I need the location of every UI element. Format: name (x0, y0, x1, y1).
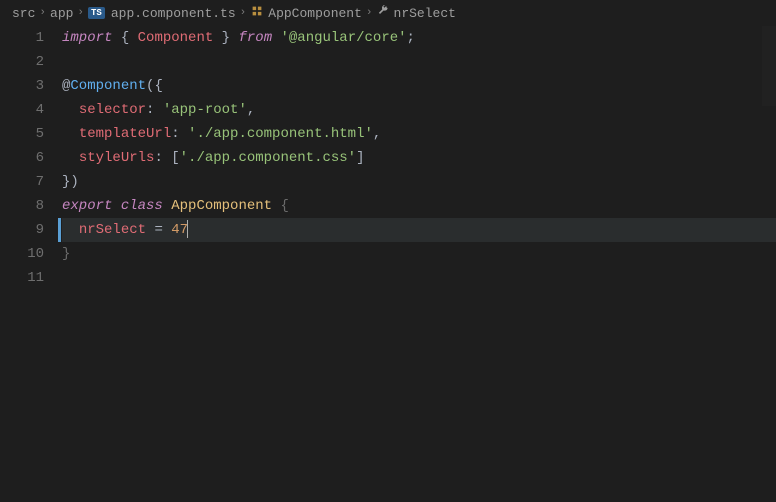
token: selector (79, 102, 146, 118)
code-line[interactable]: } (62, 242, 776, 266)
breadcrumb-item-src[interactable]: src (12, 6, 35, 21)
token: : (154, 150, 162, 166)
line-number: 2 (0, 50, 44, 74)
token: from (238, 30, 272, 46)
token (62, 102, 79, 118)
code-line[interactable]: templateUrl: './app.component.html', (62, 122, 776, 146)
active-line-indicator (58, 218, 61, 242)
token: AppComponent (171, 198, 272, 214)
token (163, 150, 171, 166)
token: nrSelect (79, 222, 146, 238)
token (163, 198, 171, 214)
token: './app.component.css' (180, 150, 356, 166)
code-line[interactable]: export class AppComponent { (62, 194, 776, 218)
token (154, 102, 162, 118)
token (180, 126, 188, 142)
token: 47 (171, 222, 188, 238)
token: class (121, 198, 163, 214)
breadcrumb-label: app (50, 6, 73, 21)
token: 'app-root' (163, 102, 247, 118)
breadcrumb-item-app[interactable]: app (50, 6, 73, 21)
breadcrumb-item-file[interactable]: TS app.component.ts (88, 6, 236, 21)
line-number: 9 (0, 218, 44, 242)
token: = (154, 222, 162, 238)
line-number: 5 (0, 122, 44, 146)
breadcrumb: src › app › TS app.component.ts › AppCom… (0, 0, 776, 26)
token: ) (70, 174, 78, 190)
chevron-icon: › (77, 7, 84, 19)
breadcrumb-label: nrSelect (394, 6, 456, 21)
code-line[interactable] (62, 50, 776, 74)
token: Component (138, 30, 214, 46)
line-number: 7 (0, 170, 44, 194)
line-number: 6 (0, 146, 44, 170)
wrench-icon (377, 5, 390, 22)
token (163, 222, 171, 238)
token (213, 30, 221, 46)
token: templateUrl (79, 126, 171, 142)
line-number: 4 (0, 98, 44, 122)
token: './app.component.html' (188, 126, 373, 142)
token: : (171, 126, 179, 142)
token: } (62, 246, 70, 262)
code-line[interactable]: @Component({ (62, 74, 776, 98)
code-line[interactable]: selector: 'app-root', (62, 98, 776, 122)
line-number: 3 (0, 74, 44, 98)
token: , (247, 102, 255, 118)
code-line[interactable]: styleUrls: ['./app.component.css'] (62, 146, 776, 170)
class-symbol-icon (250, 4, 264, 22)
token: , (373, 126, 381, 142)
token (62, 150, 79, 166)
chevron-icon: › (366, 7, 373, 19)
code-line[interactable] (62, 266, 776, 290)
breadcrumb-label: AppComponent (268, 6, 362, 21)
code-line[interactable]: import { Component } from '@angular/core… (62, 26, 776, 50)
code-editor[interactable]: 1234567891011 import { Component } from … (0, 26, 776, 290)
line-number: 11 (0, 266, 44, 290)
breadcrumb-label: app.component.ts (111, 6, 236, 21)
token: export (62, 198, 112, 214)
token (272, 30, 280, 46)
typescript-badge-icon: TS (88, 7, 105, 19)
token: { (154, 78, 162, 94)
text-cursor (187, 220, 188, 238)
token: styleUrls (79, 150, 155, 166)
token: [ (171, 150, 179, 166)
token: { (121, 30, 129, 46)
breadcrumb-label: src (12, 6, 35, 21)
minimap[interactable] (762, 26, 776, 106)
breadcrumb-item-class[interactable]: AppComponent (250, 4, 362, 22)
line-gutter: 1234567891011 (0, 26, 62, 290)
token (112, 198, 120, 214)
token (129, 30, 137, 46)
token: } (222, 30, 230, 46)
code-line[interactable]: nrSelect = 47 (62, 218, 776, 242)
line-number: 10 (0, 242, 44, 266)
token (112, 30, 120, 46)
line-number: 8 (0, 194, 44, 218)
token (62, 222, 79, 238)
token: ; (407, 30, 415, 46)
code-area[interactable]: import { Component } from '@angular/core… (62, 26, 776, 290)
code-line[interactable]: }) (62, 170, 776, 194)
token: import (62, 30, 112, 46)
breadcrumb-item-member[interactable]: nrSelect (377, 5, 456, 22)
token: '@angular/core' (281, 30, 407, 46)
token: ] (356, 150, 364, 166)
token: Component (70, 78, 146, 94)
token (62, 126, 79, 142)
chevron-icon: › (240, 7, 247, 19)
chevron-icon: › (39, 7, 46, 19)
token: { (280, 198, 288, 214)
line-number: 1 (0, 26, 44, 50)
